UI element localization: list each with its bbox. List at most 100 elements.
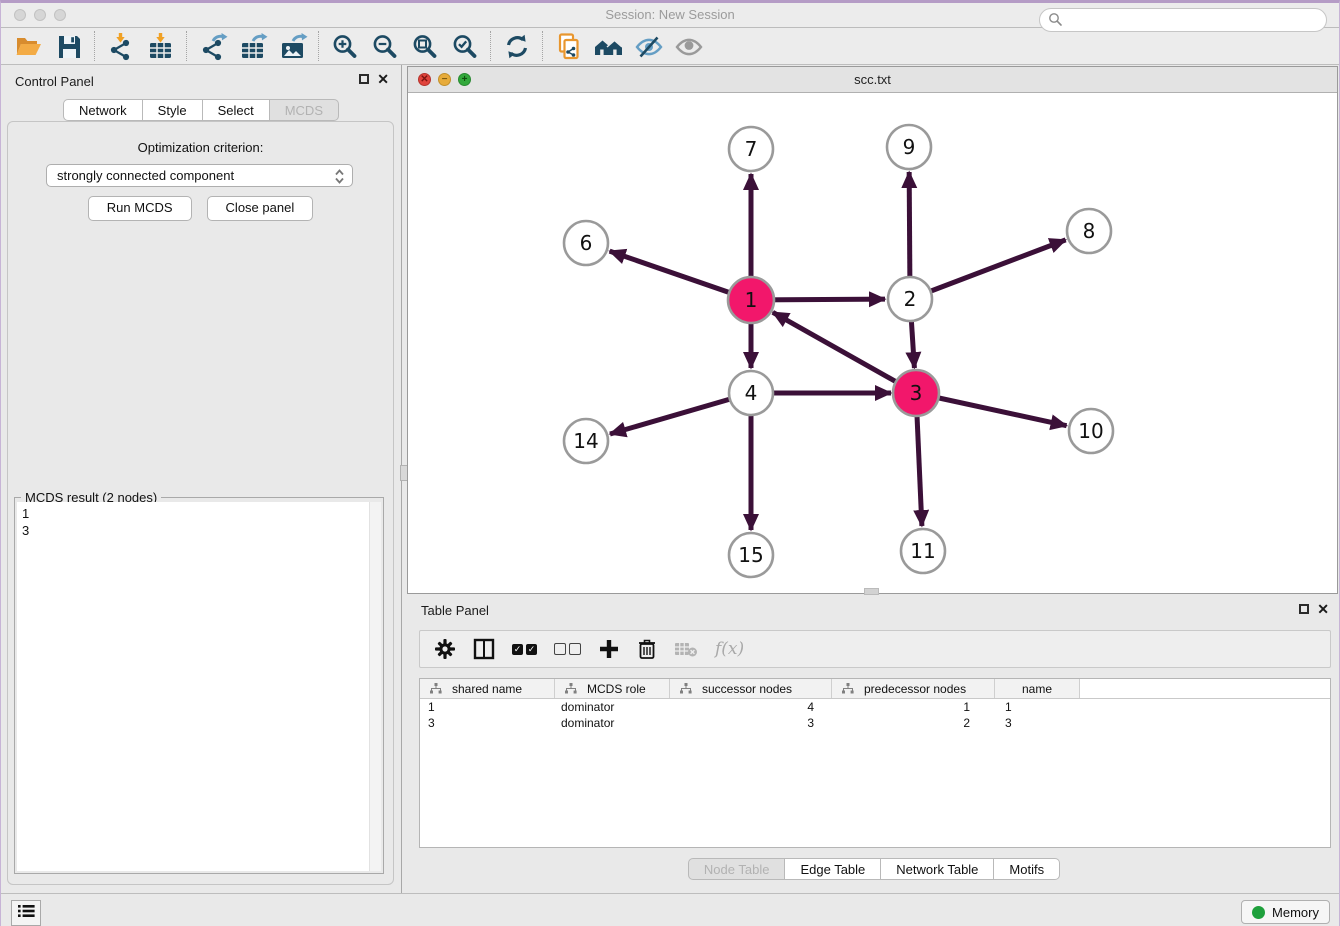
column-type-icon xyxy=(680,683,692,694)
table-close-panel-icon[interactable]: ✕ xyxy=(1317,604,1329,614)
node-label: 7 xyxy=(745,137,758,161)
table-tab-network-table[interactable]: Network Table xyxy=(881,858,994,880)
status-bar: Memory xyxy=(1,893,1339,926)
graph-edge-2-8[interactable] xyxy=(910,240,1066,299)
add-icon[interactable] xyxy=(598,635,620,663)
graph-node-6[interactable]: 6 xyxy=(564,221,608,265)
graph-node-8[interactable]: 8 xyxy=(1067,209,1111,253)
column-header-label: successor nodes xyxy=(702,682,792,696)
mcds-result-scrollbar[interactable] xyxy=(369,502,381,871)
zoom-out-icon xyxy=(370,32,400,61)
column-header-label: predecessor nodes xyxy=(864,682,966,696)
column-header-name[interactable]: name xyxy=(995,679,1080,698)
graph-edge-3-1[interactable] xyxy=(773,312,916,393)
table-tab-node-table[interactable]: Node Table xyxy=(688,858,786,880)
table-cell[interactable]: dominator xyxy=(555,699,670,715)
graph-node-9[interactable]: 9 xyxy=(887,125,931,169)
tab-mcds[interactable]: MCDS xyxy=(270,99,339,121)
refresh-icon xyxy=(502,32,532,61)
dropdown-selected-value: strongly connected component xyxy=(57,168,234,183)
column-header-predecessor-nodes[interactable]: predecessor nodes xyxy=(832,679,995,698)
float-panel-icon[interactable] xyxy=(359,74,369,84)
image-export-button[interactable] xyxy=(273,30,313,62)
table-import-icon xyxy=(146,32,176,61)
table-panel-title: Table Panel xyxy=(421,603,489,618)
close-panel-button[interactable]: Close panel xyxy=(207,196,314,221)
memory-button[interactable]: Memory xyxy=(1241,900,1330,924)
network-import-button[interactable] xyxy=(101,30,141,62)
column-type-icon xyxy=(565,683,577,694)
table-cell[interactable]: 1 xyxy=(832,699,995,715)
table-row[interactable]: 1dominator411 xyxy=(420,699,1330,715)
network-table-split-handle[interactable] xyxy=(864,588,879,595)
column-header-label: name xyxy=(1022,682,1052,696)
table-cell[interactable]: dominator xyxy=(555,715,670,731)
tab-select[interactable]: Select xyxy=(203,99,270,121)
toolbar-separator xyxy=(318,31,320,61)
column-header-shared-name[interactable]: shared name xyxy=(420,679,555,698)
table-cell[interactable]: 4 xyxy=(670,699,832,715)
table-cell[interactable]: 3 xyxy=(995,715,1080,731)
table-panel: Table Panel ✕ ✓✓ xyxy=(407,596,1340,893)
table-cell[interactable]: 1 xyxy=(995,699,1080,715)
table-cell[interactable]: 3 xyxy=(670,715,832,731)
zoom-selected-button[interactable] xyxy=(445,30,485,62)
image-export-icon xyxy=(278,32,308,61)
table-cell[interactable]: 2 xyxy=(832,715,995,731)
column-header-successor-nodes[interactable]: successor nodes xyxy=(670,679,832,698)
graph-node-11[interactable]: 11 xyxy=(901,529,945,573)
toolbar-separator xyxy=(186,31,188,61)
deselect-all-checkboxes-icon[interactable] xyxy=(554,635,581,663)
refresh-button[interactable] xyxy=(497,30,537,62)
application-window: Session: New Session Control Panel ✕ Net… xyxy=(0,0,1340,926)
search-input[interactable] xyxy=(1039,8,1327,32)
node-table: shared nameMCDS role successor nodes prede… xyxy=(419,678,1331,848)
select-all-checkboxes-icon[interactable]: ✓✓ xyxy=(512,635,537,663)
table-tab-motifs[interactable]: Motifs xyxy=(994,858,1060,880)
columns-icon[interactable] xyxy=(473,635,495,663)
homes-button[interactable] xyxy=(589,30,629,62)
close-panel-icon[interactable]: ✕ xyxy=(377,74,389,84)
trash-icon[interactable] xyxy=(637,635,657,663)
column-header-MCDS-role[interactable]: MCDS role xyxy=(555,679,670,698)
network-export-button[interactable] xyxy=(193,30,233,62)
table-import-button[interactable] xyxy=(141,30,181,62)
graph-node-14[interactable]: 14 xyxy=(564,419,608,463)
task-history-button[interactable] xyxy=(11,900,41,926)
tab-network[interactable]: Network xyxy=(63,99,143,121)
graph-node-10[interactable]: 10 xyxy=(1069,409,1113,453)
network-graph-canvas[interactable]: 7 9 6 8 1 2 4 3 14 10 15 11 xyxy=(408,93,1337,593)
folder-open-button[interactable] xyxy=(9,30,49,62)
graph-node-4[interactable]: 4 xyxy=(729,371,773,415)
table-row[interactable]: 3dominator323 xyxy=(420,715,1330,731)
table-cell[interactable]: 1 xyxy=(420,699,555,715)
table-cell[interactable]: 3 xyxy=(420,715,555,731)
eye-slash-button[interactable] xyxy=(629,30,669,62)
table-header-row: shared nameMCDS role successor nodes prede… xyxy=(420,679,1330,699)
network-export-icon xyxy=(198,32,228,61)
graph-node-3[interactable]: 3 xyxy=(893,370,939,416)
homes-icon xyxy=(594,32,624,61)
zoom-out-button[interactable] xyxy=(365,30,405,62)
zoom-in-button[interactable] xyxy=(325,30,365,62)
graph-node-7[interactable]: 7 xyxy=(729,127,773,171)
graph-node-15[interactable]: 15 xyxy=(729,533,773,577)
copy-network-button[interactable] xyxy=(549,30,589,62)
table-float-panel-icon[interactable] xyxy=(1299,604,1309,614)
table-tab-edge-table[interactable]: Edge Table xyxy=(785,858,881,880)
toolbar-separator xyxy=(490,31,492,61)
graph-node-1[interactable]: 1 xyxy=(728,277,774,323)
zoom-fit-button[interactable] xyxy=(405,30,445,62)
save-button[interactable] xyxy=(49,30,89,62)
eye-icon xyxy=(674,32,704,61)
table-export-button[interactable] xyxy=(233,30,273,62)
gear-icon[interactable] xyxy=(434,635,456,663)
eye-button[interactable] xyxy=(669,30,709,62)
graph-node-2[interactable]: 2 xyxy=(888,277,932,321)
tab-style[interactable]: Style xyxy=(143,99,203,121)
control-panel: Control Panel ✕ NetworkStyleSelectMCDS O… xyxy=(1,65,402,893)
run-mcds-button[interactable]: Run MCDS xyxy=(88,196,192,221)
optimization-criterion-dropdown[interactable]: strongly connected component xyxy=(46,164,353,187)
node-label: 9 xyxy=(903,135,916,159)
zoom-fit-icon xyxy=(410,32,440,61)
